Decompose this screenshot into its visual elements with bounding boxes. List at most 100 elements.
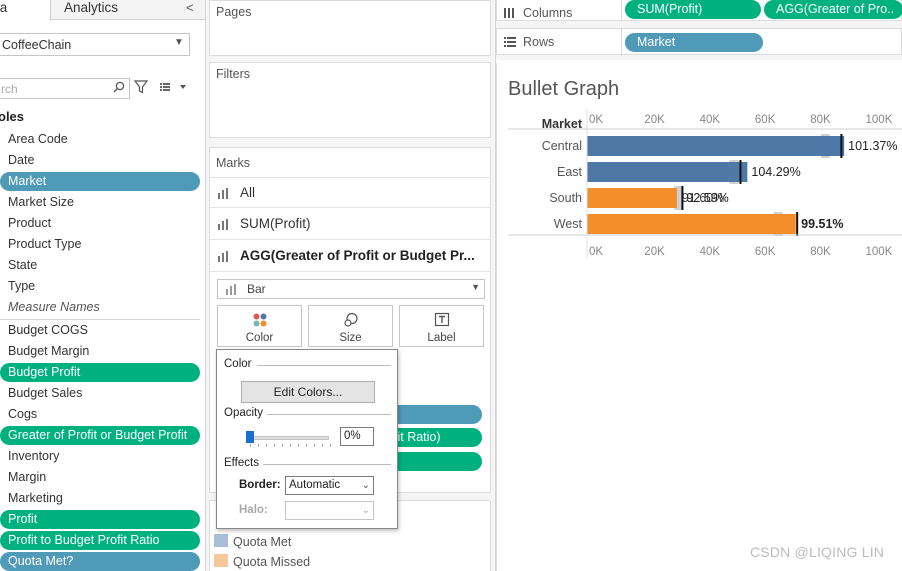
watermark: CSDN @LIQING LIN	[750, 544, 885, 560]
label-button[interactable]: Label	[399, 305, 484, 347]
filter-icon[interactable]	[133, 80, 149, 94]
effects-heading: Effects	[224, 457, 259, 469]
measure-budget-profit[interactable]: Budget Profit	[0, 363, 200, 382]
dimension-market-size[interactable]: Market Size	[8, 193, 74, 212]
x-tick-label-bottom: 100K	[866, 246, 893, 258]
measure-marketing[interactable]: Marketing	[8, 489, 63, 508]
legend-swatch-quota-missed[interactable]	[214, 554, 228, 567]
dimension-date[interactable]: Date	[8, 151, 34, 170]
dimension-state[interactable]: State	[8, 256, 37, 275]
marks-row-all[interactable]: All	[210, 177, 490, 208]
slider-tick	[290, 444, 291, 447]
slider-tick	[322, 444, 323, 447]
label-icon	[434, 312, 450, 328]
slider-tick	[274, 444, 275, 447]
measure-cogs[interactable]: Cogs	[8, 405, 37, 424]
halo-label: Halo:	[239, 504, 268, 516]
data-label: 104.29%	[751, 165, 800, 179]
legend-label-quota-met: Quota Met	[233, 535, 292, 549]
mark-type-select[interactable]: Bar ▼	[217, 279, 485, 299]
opacity-heading: Opacity	[224, 407, 263, 419]
bar-chart-icon	[226, 284, 238, 295]
search-text: rch	[1, 82, 18, 96]
measure-quota-met[interactable]: Quota Met?	[0, 552, 200, 571]
filters-card[interactable]: Filters	[209, 62, 491, 138]
slider-tick	[314, 444, 315, 447]
x-tick-label-bottom: 20K	[644, 246, 665, 258]
chart-title: Bullet Graph	[508, 78, 619, 100]
row-header: Market	[542, 117, 583, 131]
mark-type-label: Bar	[247, 282, 266, 296]
columns-pill-greater[interactable]: AGG(Greater of Pro..	[764, 0, 902, 19]
marks-pill-label[interactable]: fit Ratio)	[390, 428, 482, 447]
dimension-area-code[interactable]: Area Code	[8, 130, 68, 149]
datasource-select[interactable]: CoffeeChain ▼	[0, 33, 190, 56]
shelves: Columns SUM(Profit) AGG(Greater of Pro..…	[496, 0, 902, 60]
marks-row-greater[interactable]: AGG(Greater of Profit or Budget Pr...	[210, 241, 490, 272]
dimension-type[interactable]: Type	[8, 277, 35, 296]
color-button-label: Color	[245, 332, 274, 344]
marks-row-profit[interactable]: SUM(Profit)	[210, 209, 490, 240]
measure-inventory[interactable]: Inventory	[8, 447, 59, 466]
size-button[interactable]: Size	[308, 305, 393, 347]
collapse-pane-icon[interactable]: <	[186, 0, 194, 15]
marks-row-label: All	[240, 185, 256, 200]
opacity-slider-track[interactable]	[249, 436, 329, 440]
measure-budget-margin[interactable]: Budget Margin	[8, 342, 89, 361]
edit-colors-button[interactable]: Edit Colors...	[241, 381, 375, 403]
rows-shelf[interactable]: Rows Market	[496, 28, 902, 56]
dimensions-heading: oles	[0, 109, 25, 124]
label-button-label: Label	[427, 332, 456, 344]
data-label: 99.51%	[801, 217, 843, 231]
rows-pill-market[interactable]: Market	[625, 33, 763, 52]
tab-data[interactable]: ta	[0, 0, 51, 21]
color-button[interactable]: Color	[217, 305, 302, 347]
measure-greater-of-profit-or-budget-profit[interactable]: Greater of Profit or Budget Profit	[0, 426, 200, 445]
chevron-down-icon: ▼	[471, 282, 480, 292]
measure-budget-cogs[interactable]: Budget COGS	[8, 321, 88, 340]
divider	[621, 0, 622, 22]
opacity-slider-thumb[interactable]	[246, 431, 254, 443]
x-tick-label-top: 80K	[810, 114, 831, 126]
slider-tick	[282, 444, 283, 447]
tab-analytics[interactable]: Analytics	[64, 0, 118, 20]
slider-tick	[258, 444, 259, 447]
measure-margin[interactable]: Margin	[8, 468, 46, 487]
divider	[257, 365, 391, 366]
divider	[263, 464, 391, 465]
marks-row-label: SUM(Profit)	[240, 216, 311, 231]
category-label: South	[549, 191, 582, 205]
dimension-measure-names[interactable]: Measure Names	[8, 298, 100, 317]
slider-tick	[330, 444, 331, 447]
measure-profit-to-budget-profit-ratio[interactable]: Profit to Budget Profit Ratio	[0, 531, 200, 550]
pages-card[interactable]: Pages	[209, 0, 491, 56]
category-label: East	[557, 165, 583, 179]
dimension-product[interactable]: Product	[8, 214, 51, 233]
marks-pill-detail[interactable]	[390, 452, 482, 471]
columns-shelf[interactable]: Columns SUM(Profit) AGG(Greater of Pro..	[496, 0, 902, 22]
x-tick-label-top: 0K	[589, 114, 603, 126]
measure-budget-sales[interactable]: Budget Sales	[8, 384, 82, 403]
list-view-icon[interactable]	[160, 80, 190, 94]
columns-pill-profit[interactable]: SUM(Profit)	[625, 0, 761, 19]
search-input[interactable]: rch	[0, 78, 130, 99]
dimension-market[interactable]: Market	[0, 172, 200, 191]
data-label: 101.37%	[848, 139, 897, 153]
marks-pill-color[interactable]	[390, 405, 482, 424]
halo-select[interactable]: ⌄	[285, 501, 374, 520]
marks-title: Marks	[216, 156, 251, 170]
color-popup: Color Edit Colors... Opacity 0% Effects …	[216, 349, 398, 529]
opacity-input[interactable]: 0%	[340, 427, 374, 446]
dimension-product-type[interactable]: Product Type	[8, 235, 81, 254]
profit-bar	[587, 214, 796, 234]
filters-title: Filters	[216, 67, 251, 81]
border-select[interactable]: Automatic ⌄	[285, 476, 374, 495]
x-tick-label-top: 100K	[866, 114, 893, 126]
measure-profit[interactable]: Profit	[0, 510, 200, 529]
divider	[621, 29, 622, 56]
size-icon	[343, 312, 359, 328]
rows-icon	[504, 36, 516, 50]
x-tick-label-bottom: 40K	[700, 246, 721, 258]
chevron-down-icon: ⌄	[361, 480, 370, 491]
legend-swatch-quota-met[interactable]	[214, 534, 228, 547]
